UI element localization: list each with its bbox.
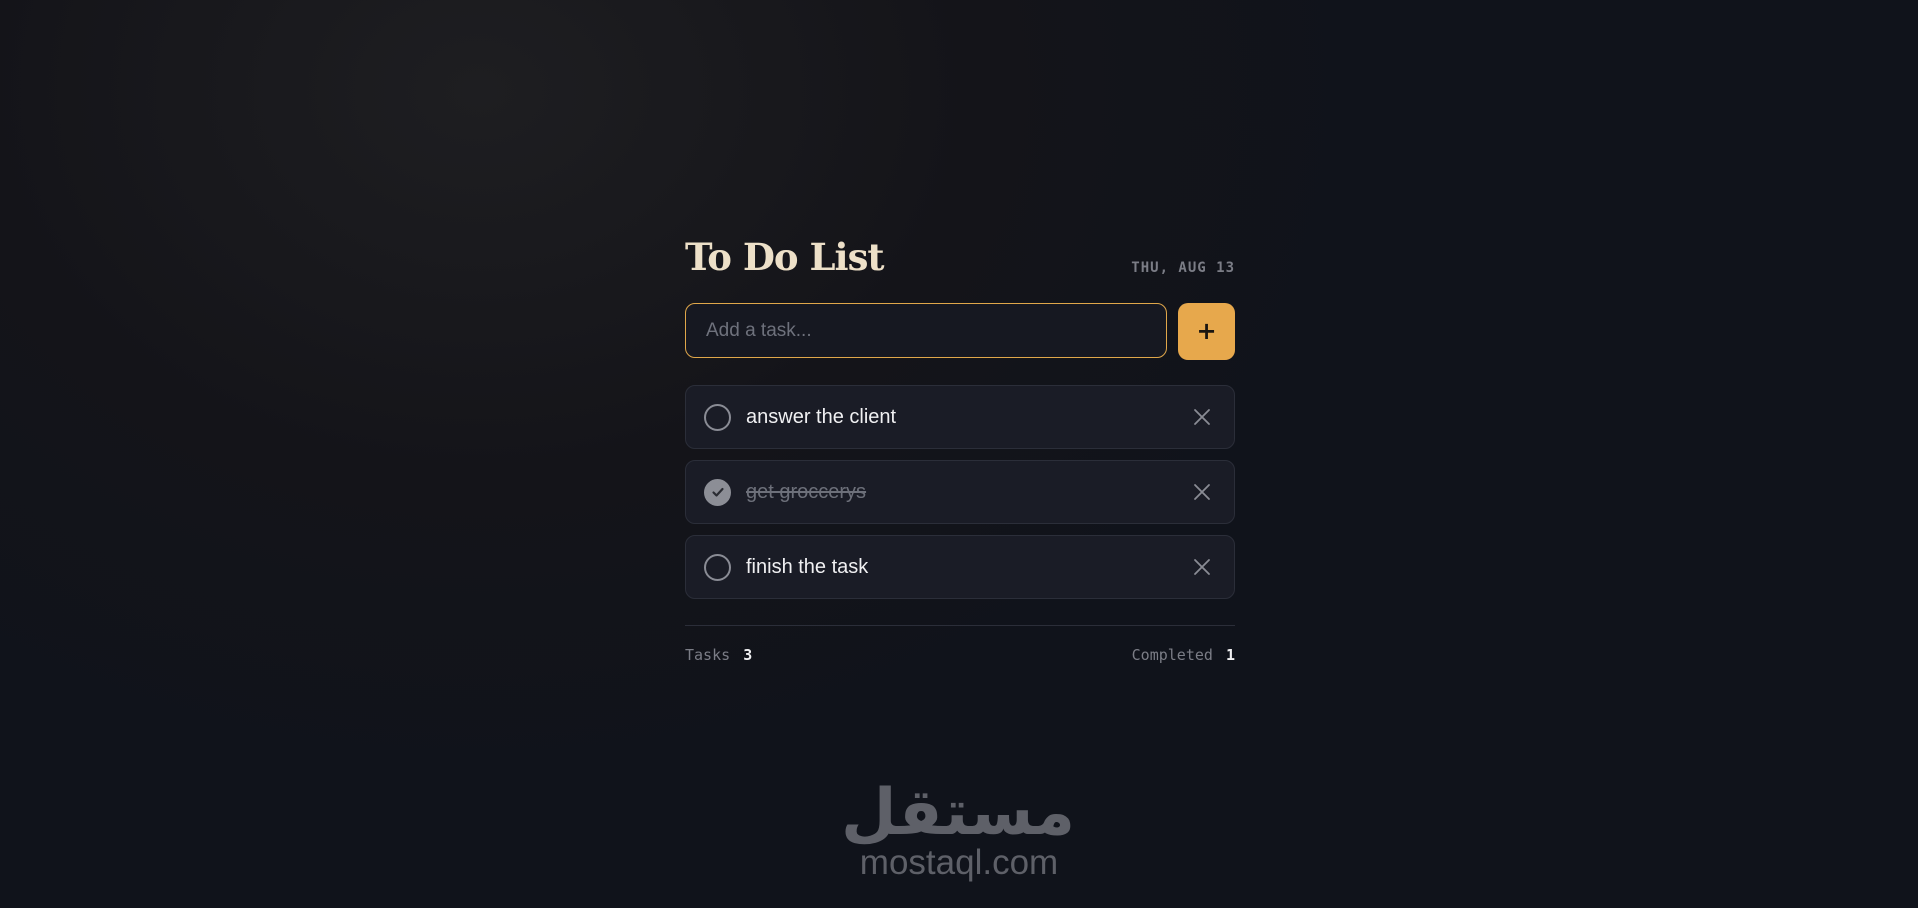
task-text: answer the client (746, 405, 897, 428)
close-icon (1194, 484, 1210, 500)
tasks-count: Tasks 3 (685, 646, 752, 664)
date-label: THU, AUG 13 (1131, 260, 1235, 276)
add-task-button[interactable]: + (1178, 303, 1235, 360)
todo-app: To Do List THU, AUG 13 + answer the clie… (685, 230, 1235, 664)
add-task-row: + (685, 303, 1235, 360)
checkmark-icon (711, 487, 724, 497)
footer-stats: Tasks 3 Completed 1 (685, 646, 1235, 664)
task-checkbox[interactable] (704, 403, 731, 431)
task-item: get groccerys (685, 460, 1235, 524)
close-icon (1194, 409, 1210, 425)
delete-task-button[interactable] (1188, 478, 1216, 506)
completed-count-label: Completed (1131, 646, 1213, 664)
page-title: To Do List (685, 235, 884, 279)
delete-task-button[interactable] (1188, 553, 1216, 581)
task-checkbox[interactable] (704, 553, 731, 581)
task-text: finish the task (746, 555, 869, 578)
tasks-count-value: 3 (743, 646, 753, 664)
task-text: get groccerys (746, 480, 867, 503)
completed-count: Completed 1 (1132, 646, 1235, 664)
watermark-latin: mostaql.com (859, 843, 1059, 882)
tasks-count-label: Tasks (685, 646, 731, 664)
watermark-arabic: مستقل (840, 776, 1075, 850)
divider (685, 625, 1235, 626)
task-input[interactable] (685, 303, 1167, 358)
task-list: answer the client get groccerys finish t… (685, 385, 1235, 599)
completed-count-value: 1 (1225, 646, 1235, 664)
task-checkbox[interactable] (704, 478, 731, 506)
delete-task-button[interactable] (1188, 403, 1216, 431)
header: To Do List THU, AUG 13 (685, 230, 1235, 282)
close-icon (1194, 559, 1210, 575)
task-item: finish the task (685, 535, 1235, 599)
task-item: answer the client (685, 385, 1235, 449)
watermark-logo: مستقل mostaql.com (840, 776, 1075, 882)
